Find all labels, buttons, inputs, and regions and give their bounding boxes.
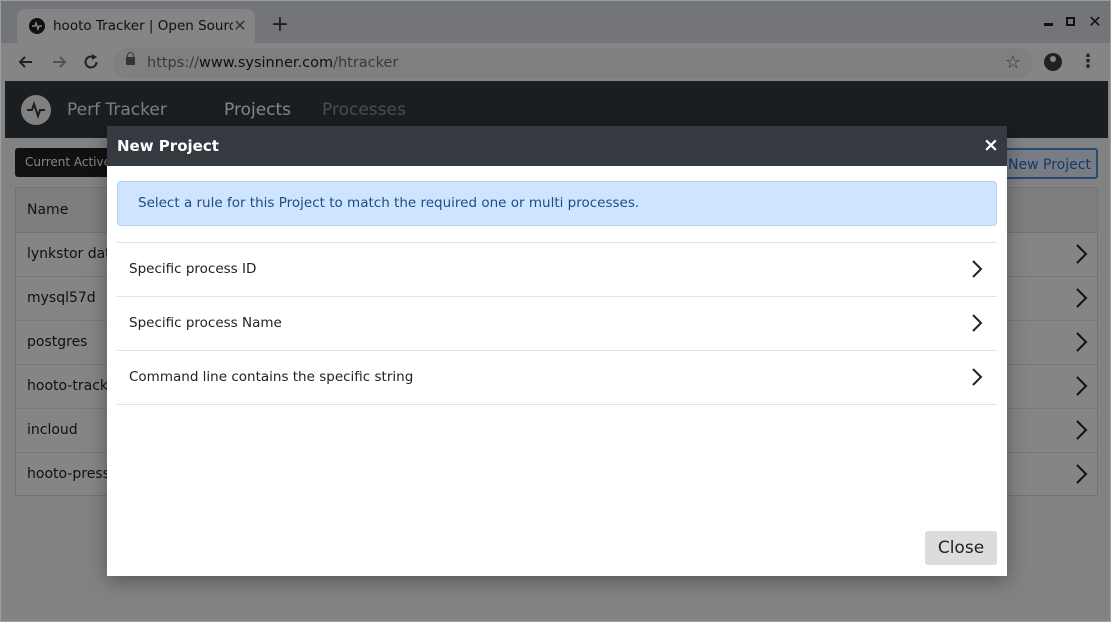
chevron-right-icon	[972, 368, 983, 386]
rule-options-list: Specific process ID Specific process Nam…	[117, 242, 997, 405]
option-label: Command line contains the specific strin…	[129, 369, 414, 385]
close-button[interactable]: Close	[925, 531, 997, 565]
option-command-line[interactable]: Command line contains the specific strin…	[117, 351, 997, 405]
option-process-name[interactable]: Specific process Name	[117, 297, 997, 351]
close-icon[interactable]: ×	[981, 135, 1001, 155]
option-process-id[interactable]: Specific process ID	[117, 243, 997, 297]
browser-window: hooto Tracker | Open Source ✕ + ✕ https:…	[0, 0, 1111, 622]
modal-header: New Project ×	[107, 126, 1007, 166]
option-label: Specific process ID	[129, 261, 257, 277]
alert-text: Select a rule for this Project to match …	[138, 195, 640, 211]
modal-title: New Project	[117, 137, 219, 155]
option-label: Specific process Name	[129, 315, 282, 331]
info-alert: Select a rule for this Project to match …	[117, 181, 997, 226]
chevron-right-icon	[972, 260, 983, 278]
chevron-right-icon	[972, 314, 983, 332]
new-project-modal: New Project × Select a rule for this Pro…	[107, 126, 1007, 576]
